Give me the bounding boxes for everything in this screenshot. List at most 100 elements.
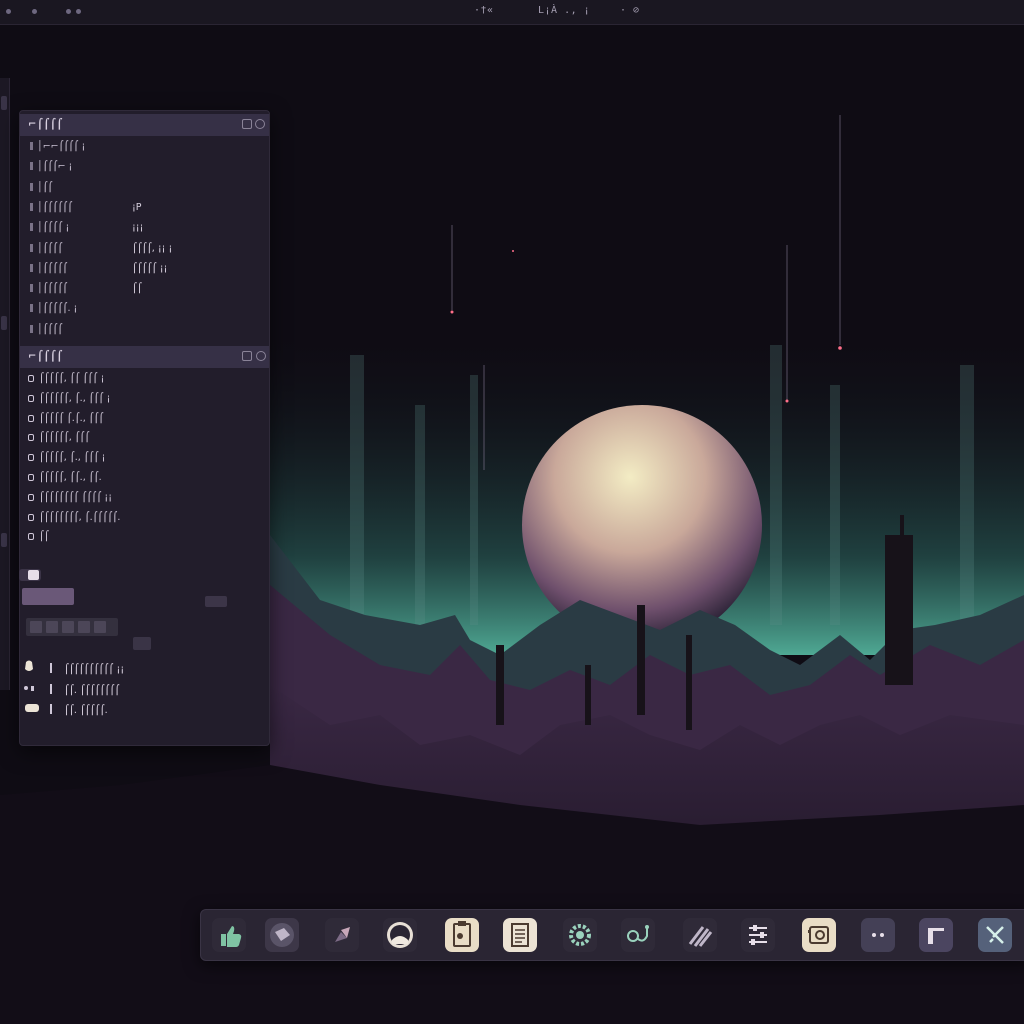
topbar-indicator[interactable]: ·†«­ [474, 5, 500, 16]
settings-icon[interactable] [256, 351, 266, 361]
topbar-clock[interactable]: L¡À ., ¡ [538, 5, 590, 16]
row-marker-icon [30, 263, 33, 272]
topbar-status[interactable]: · ⊘ [620, 5, 640, 16]
list-item-label: ⌠⌠⌠⌠⌠, ⌠⌠ ⌠⌠⌠ ¡ [39, 373, 105, 384]
battery-icon [22, 701, 39, 713]
dock-eraser-button[interactable] [265, 918, 299, 952]
info-key: │⌠⌠⌠⌠⌠ [37, 283, 68, 295]
item-icon [28, 533, 34, 541]
plug-icon [22, 681, 36, 693]
section-header-info[interactable]: ⌐⌠⌠⌠⌠ [20, 114, 269, 136]
tools-icon [986, 926, 1004, 944]
dock-shapes-button[interactable] [325, 918, 359, 952]
info-row: │⌠⌠⌠⌠⌠ ⌠⌠ [30, 283, 142, 299]
menu-dot-icon[interactable] [6, 9, 11, 14]
dock-sliders-button[interactable] [741, 918, 775, 952]
list-item-label: ⌠⌠⌠⌠⌠⌠, ⌠., ⌠⌠⌠ ¡ [39, 392, 111, 404]
settings-icon[interactable] [255, 119, 265, 129]
item-icon [28, 454, 34, 462]
info-value: ⌠⌠⌠⌠, ¡¡ ¡ [132, 242, 173, 254]
device-row[interactable]: ⌠⌠. ⌠⌠⌠⌠⌠. [22, 701, 108, 717]
list-item[interactable]: ⌠⌠⌠⌠⌠⌠, ⌠⌠⌠ [28, 432, 90, 448]
info-row: │⌠⌠⌠⌠⌠⌠ ¡P [30, 202, 142, 218]
list-item-label: ⌠⌠ [39, 531, 49, 543]
edge-handle[interactable] [1, 316, 7, 330]
item-icon [28, 493, 34, 501]
list-item-label: ⌠⌠⌠⌠⌠⌠, ⌠⌠⌠ [39, 432, 90, 444]
info-key: │⌠⌠⌠⌐ ¡ [37, 161, 73, 173]
segment[interactable] [62, 621, 74, 633]
stripes-icon [688, 926, 713, 947]
info-key: │⌐⌐⌠⌠⌠⌠ ¡ [37, 141, 86, 152]
menu-dot-icon[interactable] [66, 9, 71, 14]
dock-document-button[interactable] [503, 918, 537, 952]
edge-handle[interactable] [1, 533, 7, 547]
info-row: │⌠⌠⌠⌠⌠ ⌠⌠⌠⌠⌠ ¡¡ [30, 263, 167, 279]
disc-icon [387, 922, 413, 948]
side-dock-edge[interactable] [0, 78, 10, 690]
dock-stripes-button[interactable] [683, 918, 717, 952]
device-row[interactable]: ⌠⌠. ⌠⌠⌠⌠⌠⌠⌠⌠ [22, 681, 120, 697]
dock-disc-button[interactable] [383, 918, 417, 952]
item-icon [28, 375, 34, 382]
info-key: │⌠⌠⌠⌠ ¡ [37, 222, 70, 234]
device-row[interactable]: ⌠⌠⌠⌠⌠⌠⌠⌠⌠⌠ ¡¡ [22, 660, 124, 676]
folder-icon [928, 928, 944, 944]
list-item[interactable]: ⌠⌠⌠⌠⌠⌠, ⌠., ⌠⌠⌠ ¡ [28, 393, 110, 409]
list-item[interactable]: ⌠⌠⌠⌠⌠, ⌠⌠ ⌠⌠⌠ ¡ [28, 373, 104, 389]
menu-dot-icon[interactable] [32, 9, 37, 14]
dock-link-button[interactable] [621, 918, 655, 952]
dock-thumbs-up-button[interactable] [212, 918, 246, 952]
toggle-switch[interactable] [19, 569, 41, 581]
dock-folder-button[interactable] [919, 918, 953, 952]
list-item[interactable]: ⌠⌠ [28, 531, 49, 547]
segment[interactable] [94, 621, 106, 633]
item-icon [28, 513, 34, 521]
menu-dot-icon[interactable] [76, 9, 81, 14]
device-label: ⌠⌠. ⌠⌠⌠⌠⌠. [64, 705, 108, 716]
info-row: │⌠⌠⌠⌠ ¡ ¡¡¡ [30, 222, 143, 238]
segment[interactable] [46, 621, 58, 633]
device-label: ⌠⌠⌠⌠⌠⌠⌠⌠⌠⌠ ¡¡ [64, 664, 125, 675]
list-item-label: ⌠⌠⌠⌠⌠, ⌠⌠., ⌠⌠. [39, 472, 102, 483]
info-row: │⌠⌠⌠⌐ ¡ [30, 161, 132, 177]
list-item[interactable]: ⌠⌠⌠⌠⌠⌠⌠⌠, ⌠.⌠⌠⌠⌠⌠. [28, 512, 120, 528]
item-icon [28, 414, 34, 422]
option-pill[interactable] [205, 596, 227, 607]
dock-dots-button[interactable] [861, 918, 895, 952]
list-item-label: ⌠⌠⌠⌠⌠ ⌠.⌠., ⌠⌠⌠ [39, 412, 104, 424]
dock-tools-button[interactable] [978, 918, 1012, 952]
section-title: ⌐⌠⌠⌠⌠ [28, 351, 63, 362]
info-key: │⌠⌠⌠⌠⌠. ¡ [37, 303, 78, 315]
info-row: │⌐⌐⌠⌠⌠⌠ ¡ [30, 141, 132, 157]
info-value: ⌠⌠⌠⌠⌠ ¡¡ [132, 262, 168, 274]
list-item[interactable]: ⌠⌠⌠⌠⌠, ⌠., ⌠⌠⌠ ¡ [28, 452, 105, 468]
clipboard-icon [453, 921, 471, 947]
dock-clipboard-button[interactable] [445, 918, 479, 952]
info-key: │⌠⌠⌠⌠⌠ [37, 262, 68, 274]
small-button[interactable] [133, 637, 151, 650]
dock-camera-button[interactable] [802, 918, 836, 952]
list-item-label: ⌠⌠⌠⌠⌠, ⌠., ⌠⌠⌠ ¡ [39, 452, 106, 464]
collapse-icon[interactable] [242, 351, 252, 361]
camera-icon [808, 926, 829, 944]
info-value: ¡P [132, 201, 142, 213]
device-label: ⌠⌠. ⌠⌠⌠⌠⌠⌠⌠⌠ [64, 684, 120, 696]
dots-icon [872, 933, 884, 937]
list-item[interactable]: ⌠⌠⌠⌠⌠, ⌠⌠., ⌠⌠. [28, 472, 102, 488]
sliders-icon [749, 925, 767, 945]
segment-track[interactable] [26, 618, 118, 636]
list-item[interactable]: ⌠⌠⌠⌠⌠⌠⌠⌠ ⌠⌠⌠⌠ ¡¡ [28, 492, 112, 508]
info-value: ¡¡¡ [132, 222, 144, 234]
collapse-icon[interactable] [242, 119, 252, 129]
item-icon [28, 434, 34, 442]
segment[interactable] [78, 621, 90, 633]
segment[interactable] [30, 621, 42, 633]
row-marker-icon [30, 304, 33, 313]
list-item[interactable]: ⌠⌠⌠⌠⌠ ⌠.⌠., ⌠⌠⌠ [28, 413, 104, 429]
selected-bar[interactable] [22, 588, 74, 605]
section-header-list[interactable]: ⌐⌠⌠⌠⌠ [20, 346, 269, 368]
dock-gear-button[interactable] [563, 918, 597, 952]
edge-handle[interactable] [1, 96, 7, 110]
gear-icon [569, 924, 591, 946]
